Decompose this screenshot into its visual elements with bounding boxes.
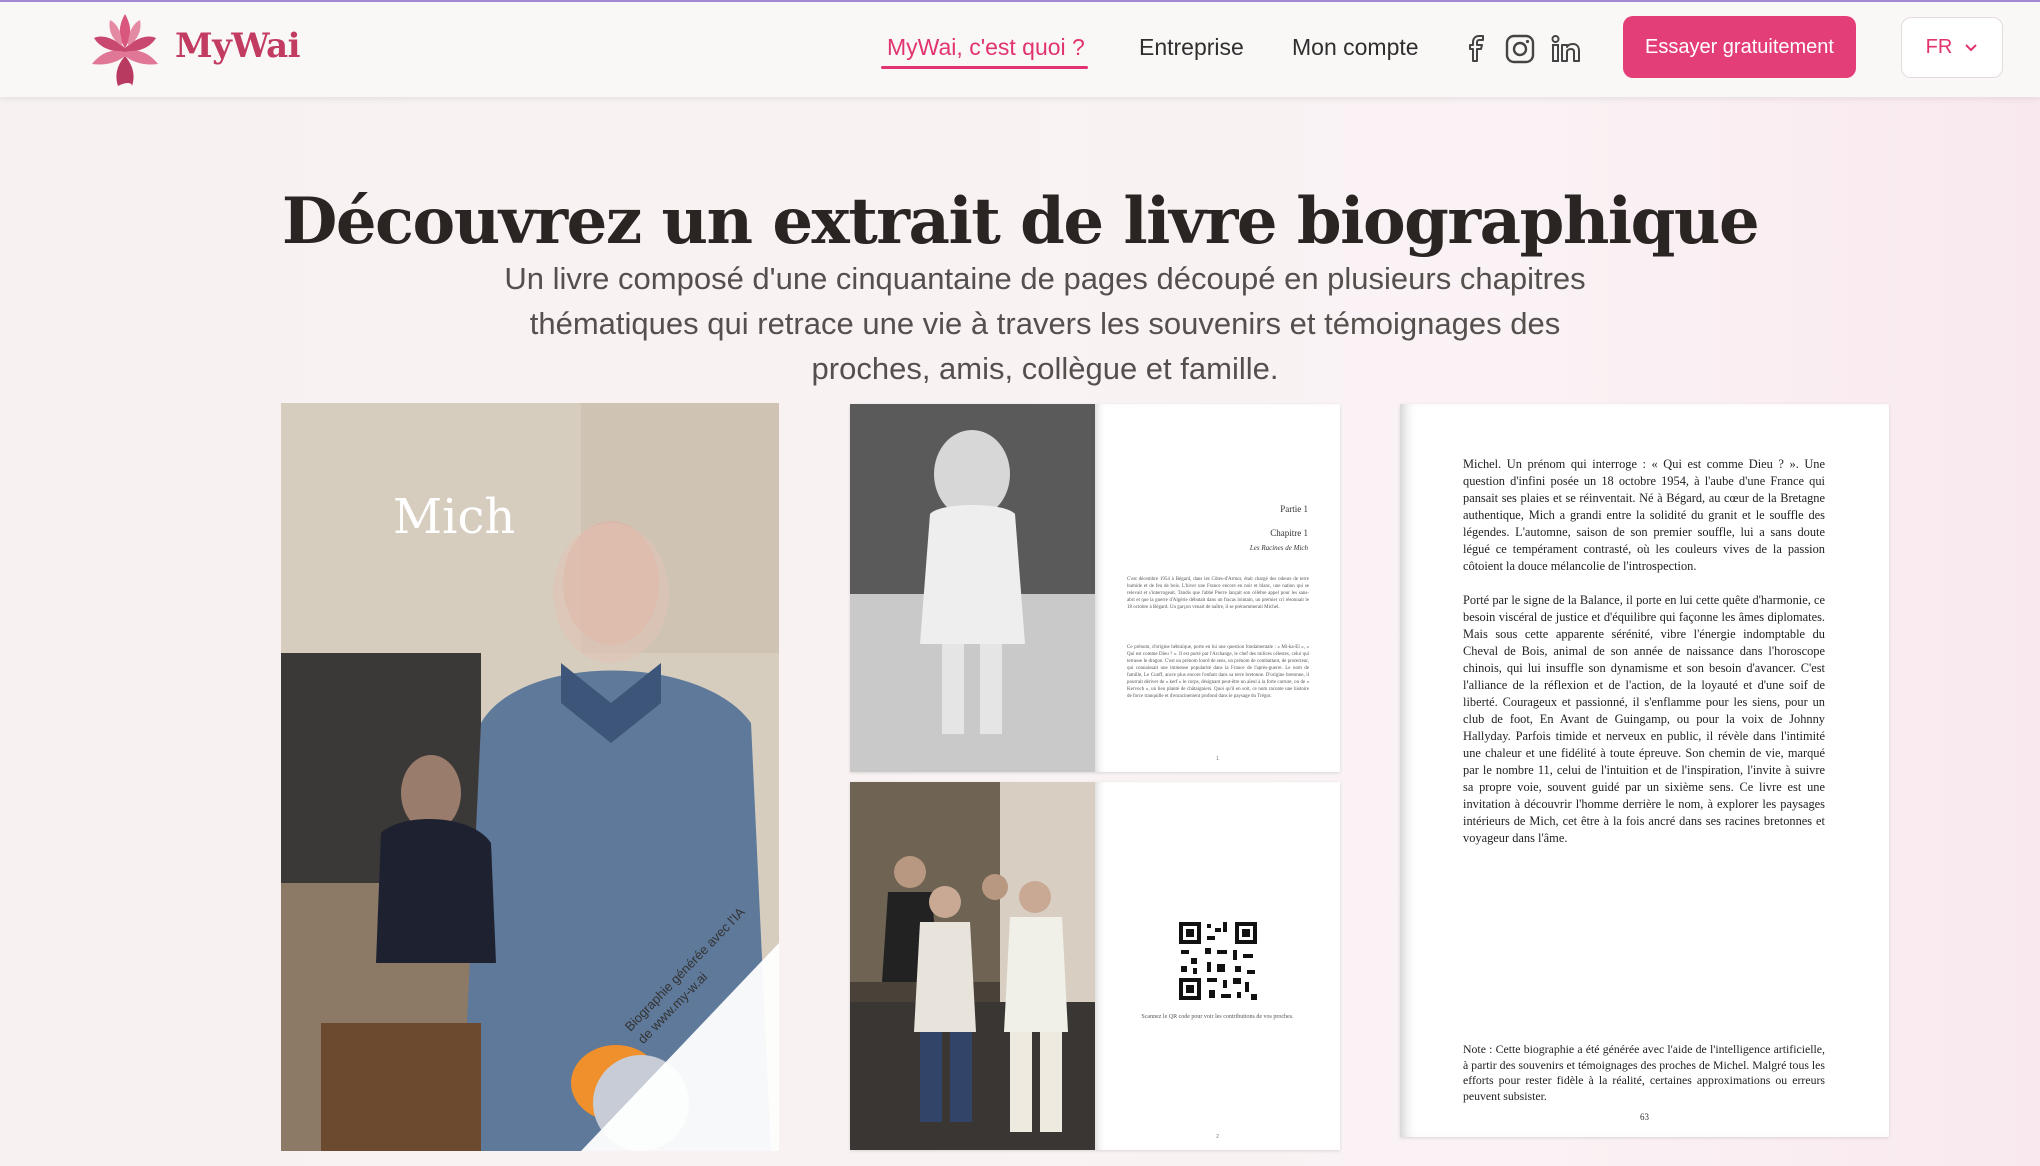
chapter-label: Chapitre 1 bbox=[1270, 528, 1308, 538]
instagram-icon[interactable] bbox=[1503, 32, 1537, 66]
page-subtitle: Un livre composé d'une cinquantaine de p… bbox=[504, 261, 1586, 386]
family-photo bbox=[850, 782, 1095, 1150]
page-title: Découvrez un extrait de livre biographiq… bbox=[281, 184, 1760, 259]
logo-lotus-icon[interactable] bbox=[88, 8, 162, 90]
language-label: FR bbox=[1925, 36, 1953, 58]
spread-2-qr-page: Scannez le QR code pour voir les contrib… bbox=[1095, 782, 1340, 1150]
spread-2-page-number: 2 bbox=[1216, 1134, 1219, 1140]
qr-caption: Scannez le QR code pour voir les contrib… bbox=[1141, 1014, 1294, 1020]
excerpt-page-number: 63 bbox=[1640, 1112, 1649, 1122]
linkedin-icon[interactable] bbox=[1548, 32, 1582, 66]
nav-link-entreprise[interactable]: Entreprise bbox=[1139, 34, 1244, 61]
chapter-title: Les Racines de Mich bbox=[1249, 544, 1308, 552]
spread-1-page-number: 1 bbox=[1216, 756, 1219, 762]
nav-link-mon-compte[interactable]: Mon compte bbox=[1292, 34, 1419, 61]
part-label: Partie 1 bbox=[1280, 504, 1308, 514]
book-page-excerpt: Michel. Un prénom qui interroge : « Qui … bbox=[1400, 404, 1889, 1137]
childhood-photo bbox=[850, 404, 1095, 772]
language-selector[interactable]: FR bbox=[1901, 17, 2003, 78]
chevron-down-icon bbox=[1965, 43, 1978, 51]
book-spread-1: Partie 1 Chapitre 1 Les Racines de Mich … bbox=[850, 404, 1340, 772]
nav-link-what-is-mywai[interactable]: MyWai, c'est quoi ? bbox=[887, 34, 1085, 61]
cover-title: Mich bbox=[393, 489, 516, 545]
excerpt-note: Note : Cette biographie a été générée av… bbox=[1463, 1042, 1825, 1103]
try-free-button[interactable]: Essayer gratuitement bbox=[1623, 16, 1856, 78]
qr-code-icon[interactable] bbox=[1177, 920, 1259, 1002]
chapter-paragraph-2: Ce prénom, d'origine hébraïque, porte en… bbox=[1127, 645, 1309, 699]
book-cover: Mich Biographie générée avec l'IA de www… bbox=[281, 403, 779, 1151]
excerpt-paragraph-1: Michel. Un prénom qui interroge : « Qui … bbox=[1463, 457, 1825, 573]
excerpt-paragraph-2: Porté par le signe de la Balance, il por… bbox=[1463, 593, 1825, 845]
facebook-icon[interactable] bbox=[1460, 32, 1494, 66]
spread-1-text-page: Partie 1 Chapitre 1 Les Racines de Mich … bbox=[1095, 404, 1340, 772]
brand-name[interactable]: MyWai bbox=[175, 26, 301, 66]
site-header: MyWai MyWai, c'est quoi ? Entreprise Mon… bbox=[0, 2, 2040, 97]
cover-photo bbox=[281, 403, 779, 1151]
book-spread-2: Scannez le QR code pour voir les contrib… bbox=[850, 782, 1340, 1150]
chapter-paragraph-1: C'est décembre 1954 à Bégard, dans les C… bbox=[1127, 577, 1309, 610]
active-nav-underline bbox=[881, 66, 1088, 69]
